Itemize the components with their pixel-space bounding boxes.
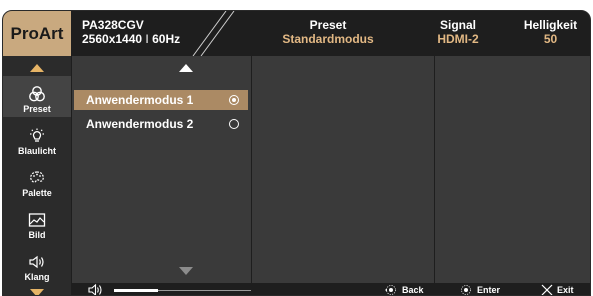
preset-options-list: Anwendermodus 1 Anwendermodus 2 [71,56,251,283]
sidebar-item-label: Preset [23,104,51,114]
refresh-rate-text: 60Hz [152,32,181,46]
resolution-text: 2560x1440 [82,32,143,46]
brightness-status-value: 50 [543,32,558,46]
sidebar-up-arrow-icon[interactable] [30,64,44,72]
joystick-press-icon [461,285,471,295]
close-icon [541,284,553,295]
sidebar: Preset Blaulicht Palette Bild Klang [3,56,71,295]
sidebar-item-palette[interactable]: Palette [3,160,71,201]
signal-status-title: Signal [439,18,476,32]
header-bar: ProArt PA328CGV 2560x1440 I 60Hz Preset … [3,11,590,56]
sidebar-item-preset[interactable]: Preset [3,76,71,117]
back-label: Back [402,285,424,295]
option-label: Anwendermodus 1 [86,93,194,107]
back-button[interactable]: Back [384,283,424,295]
column-divider [251,56,252,283]
enter-label: Enter [477,285,501,295]
volume-slider-fill [114,289,158,292]
list-down-arrow-icon[interactable] [179,267,193,275]
signal-status-value: HDMI-2 [437,32,479,46]
list-up-arrow-icon[interactable] [179,64,193,72]
brand-logo: ProArt [3,11,71,56]
osd-menu: ProArt PA328CGV 2560x1440 I 60Hz Preset … [2,10,591,296]
footer-bar: Back Enter Exit [71,283,590,295]
sidebar-item-label: Blaulicht [17,146,56,156]
joystick-left-icon [385,285,396,295]
preset-status-title: Preset [309,18,347,32]
exit-label: Exit [557,285,574,295]
header-divider-slashes [192,11,235,56]
blue-light-icon [30,128,44,142]
sidebar-item-label: Palette [22,188,52,198]
sidebar-item-bild[interactable]: Bild [3,202,71,243]
display-mode: 2560x1440 I 60Hz [82,32,181,46]
preset-icon [29,86,45,102]
option-anwendermodus-1[interactable]: Anwendermodus 1 [74,90,248,110]
radio-unselected-icon [229,119,239,129]
option-anwendermodus-2[interactable]: Anwendermodus 2 [74,114,248,134]
volume-icon [88,283,102,295]
option-label: Anwendermodus 2 [86,117,194,131]
preset-status-value: Standardmodus [282,32,374,46]
speaker-icon [29,255,44,269]
brightness-status-title: Helligkeit [523,18,578,32]
palette-icon [30,171,44,183]
sidebar-item-label: Klang [24,272,50,282]
sidebar-item-klang[interactable]: Klang [3,244,71,285]
sidebar-item-blaulicht[interactable]: Blaulicht [3,118,71,159]
sidebar-down-arrow-icon[interactable] [30,289,44,295]
column-divider [434,56,435,283]
exit-button[interactable]: Exit [541,283,574,295]
radio-selected-icon [229,95,239,105]
sidebar-item-label: Bild [28,230,46,240]
image-icon [28,213,46,227]
enter-button[interactable]: Enter [459,283,501,295]
volume-slider[interactable] [114,289,251,292]
monitor-model: PA328CGV [82,18,144,32]
